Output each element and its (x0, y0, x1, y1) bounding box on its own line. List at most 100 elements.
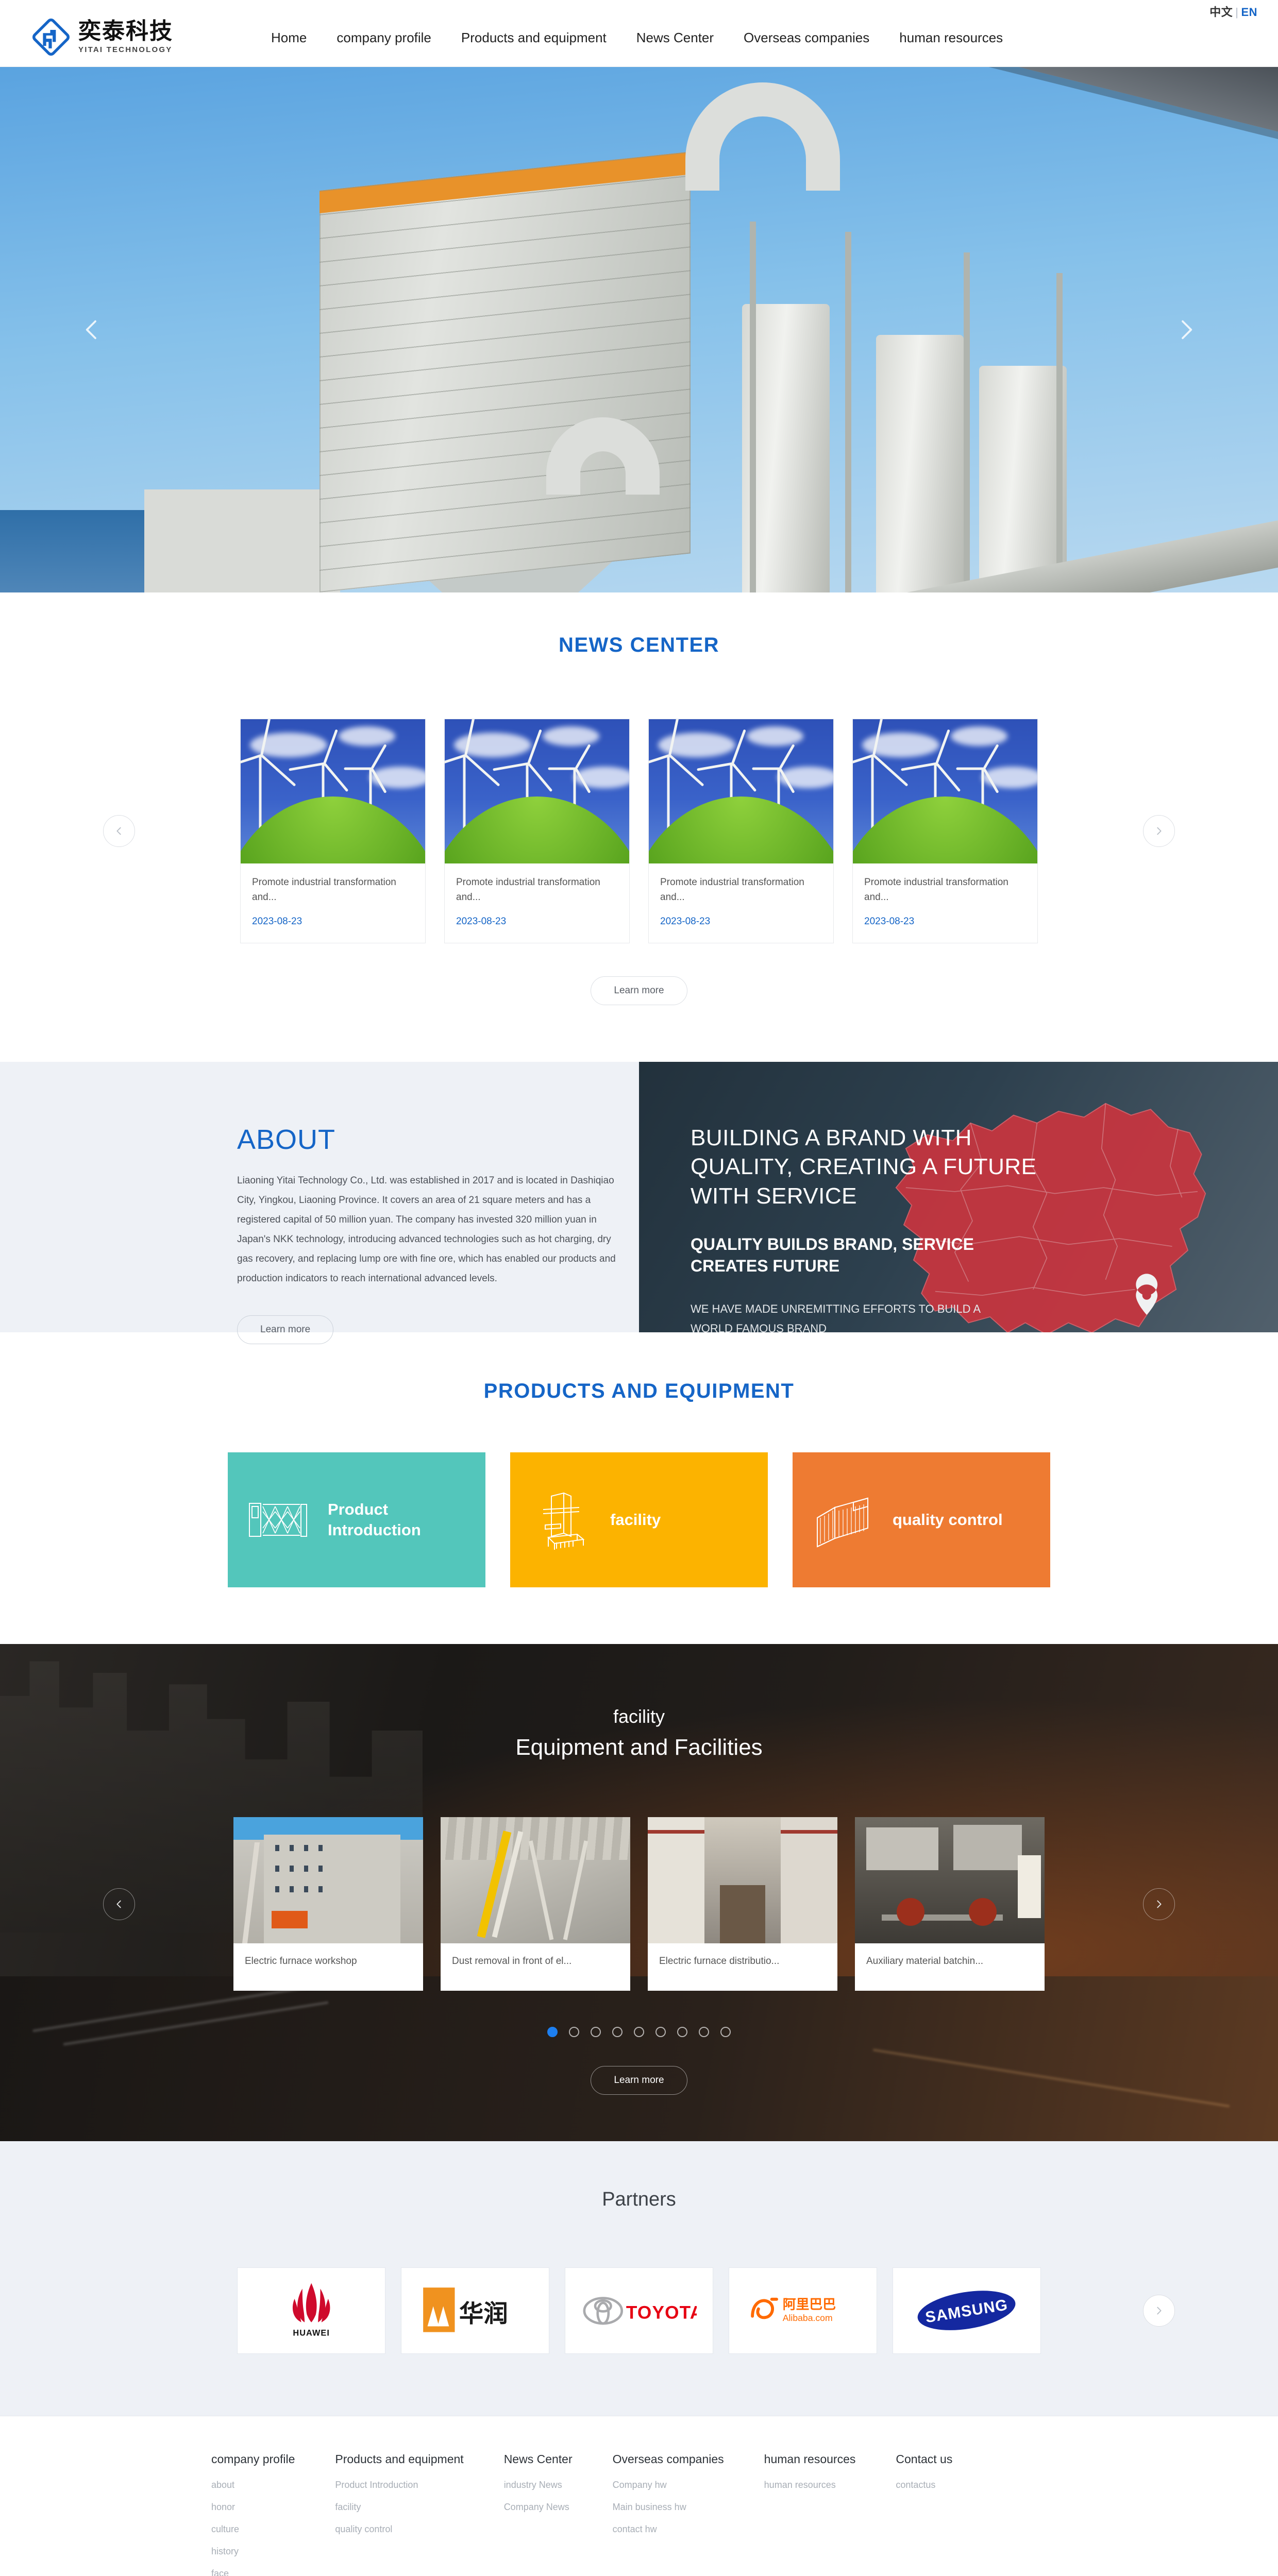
site-footer: company profile about honor culture hist… (0, 2416, 1278, 2576)
nav-item-news-center[interactable]: News Center (636, 30, 714, 46)
pagination-dot-6[interactable] (655, 2027, 666, 2037)
footer-link[interactable]: history (211, 2546, 295, 2557)
partners-section-title: Partners (602, 2189, 676, 2210)
lang-english[interactable]: EN (1241, 6, 1257, 19)
about-section: ABOUT Liaoning Yitai Technology Co., Ltd… (0, 1062, 1278, 1344)
footer-link[interactable]: about (211, 2480, 295, 2490)
partners-section: Partners HUAWEI 华润 TOYOTA 阿里巴巴 Alibaba.c… (0, 2141, 1278, 2416)
banner-subheadline: QUALITY BUILDS BRAND, SERVICE CREATES FU… (691, 1234, 974, 1276)
footer-link[interactable]: face (211, 2568, 295, 2576)
footer-column-heading[interactable]: Overseas companies (613, 2452, 724, 2466)
footer-link[interactable]: Main business hw (613, 2502, 724, 2513)
news-learn-more-button[interactable]: Learn more (591, 976, 687, 1005)
footer-column-heading[interactable]: Products and equipment (335, 2452, 463, 2466)
footer-column-heading[interactable]: human resources (764, 2452, 856, 2466)
footer-link[interactable]: quality control (335, 2524, 463, 2535)
facility-card[interactable]: Auxiliary material batchin... (855, 1817, 1045, 1991)
about-learn-more-button[interactable]: Learn more (237, 1315, 334, 1344)
nav-item-home[interactable]: Home (271, 30, 307, 46)
hero-prev-arrow[interactable] (77, 315, 106, 344)
footer-link[interactable]: human resources (764, 2480, 856, 2490)
footer-link[interactable]: Company hw (613, 2480, 724, 2490)
facility-title-main: Equipment and Facilities (515, 1735, 763, 1760)
nav-item-company-profile[interactable]: company profile (337, 30, 431, 46)
product-tile-quality-control[interactable]: quality control (793, 1452, 1050, 1587)
partners-next-button[interactable] (1143, 2295, 1175, 2327)
hero-next-arrow[interactable] (1172, 315, 1201, 344)
site-logo[interactable]: 奕泰科技 YITAI TECHNOLOGY (31, 17, 173, 57)
news-card[interactable]: Promote industrial transformation and...… (852, 719, 1038, 943)
main-navigation: Home company profile Products and equipm… (271, 30, 1003, 46)
footer-link[interactable]: Product Introduction (335, 2480, 463, 2490)
nav-item-products-and-equipment[interactable]: Products and equipment (461, 30, 607, 46)
footer-column-heading[interactable]: Contact us (896, 2452, 952, 2466)
alibaba-logo-icon: 阿里巴巴 Alibaba.com (751, 2297, 836, 2323)
partners-carousel: HUAWEI 华润 TOYOTA 阿里巴巴 Alibaba.com SAMSUN… (149, 2267, 1175, 2354)
news-prev-button[interactable] (103, 815, 135, 847)
about-text-panel: ABOUT Liaoning Yitai Technology Co., Ltd… (0, 1062, 639, 1344)
news-section: NEWS CENTER Promote industrial transform… (0, 592, 1278, 1062)
partner-logo-china-resources[interactable]: 华润 (401, 2267, 549, 2354)
fence-panel-icon (810, 1481, 882, 1558)
pagination-dot-9[interactable] (720, 2027, 731, 2037)
news-next-button[interactable] (1143, 815, 1175, 847)
partner-logo-samsung[interactable]: SAMSUNG (893, 2267, 1041, 2354)
pagination-dot-8[interactable] (699, 2027, 709, 2037)
facility-prev-button[interactable] (103, 1888, 135, 1920)
facility-card[interactable]: Dust removal in front of el... (441, 1817, 630, 1991)
facility-photo (648, 1817, 837, 1943)
footer-link[interactable]: honor (211, 2502, 295, 2513)
facility-next-button[interactable] (1143, 1888, 1175, 1920)
svg-text:阿里巴巴: 阿里巴巴 (783, 2297, 836, 2312)
footer-link[interactable]: contactus (896, 2480, 952, 2490)
footer-columns: company profile about honor culture hist… (201, 2452, 1077, 2576)
facility-card[interactable]: Electric furnace distributio... (648, 1817, 837, 1991)
pagination-dot-7[interactable] (677, 2027, 687, 2037)
facility-card[interactable]: Electric furnace workshop (233, 1817, 423, 1991)
facility-photo (855, 1817, 1045, 1943)
products-section: PRODUCTS AND EQUIPMENT Product Introduct… (0, 1332, 1278, 1644)
news-card-date: 2023-08-23 (660, 916, 711, 927)
about-body-text: Liaoning Yitai Technology Co., Ltd. was … (237, 1175, 616, 1284)
about-brand-banner: BUILDING A BRAND WITH QUALITY, CREATING … (639, 1062, 1278, 1332)
pagination-dot-1[interactable] (547, 2027, 558, 2037)
footer-column-heading[interactable]: company profile (211, 2452, 295, 2466)
facility-pagination-dots (0, 2027, 1278, 2037)
facility-photo (233, 1817, 423, 1943)
pagination-dot-5[interactable] (634, 2027, 644, 2037)
news-thumbnail (649, 719, 833, 863)
nav-item-overseas-companies[interactable]: Overseas companies (744, 30, 869, 46)
svg-text:HUAWEI: HUAWEI (293, 2329, 330, 2338)
nav-item-human-resources[interactable]: human resources (899, 30, 1003, 46)
news-card[interactable]: Promote industrial transformation and...… (648, 719, 834, 943)
pagination-dot-4[interactable] (612, 2027, 623, 2037)
partner-logo-toyota[interactable]: TOYOTA (565, 2267, 713, 2354)
footer-column-heading[interactable]: News Center (504, 2452, 573, 2466)
news-card[interactable]: Promote industrial transformation and...… (240, 719, 426, 943)
facility-card-caption: Dust removal in front of el... (452, 1956, 572, 1967)
footer-column-news-center: News Center industry News Company News (504, 2452, 573, 2576)
footer-link[interactable]: contact hw (613, 2524, 724, 2535)
facility-learn-more-button[interactable]: Learn more (591, 2066, 687, 2095)
product-tile-label: facility (610, 1511, 661, 1529)
news-card[interactable]: Promote industrial transformation and...… (444, 719, 630, 943)
footer-link[interactable]: facility (335, 2502, 463, 2513)
news-section-title: NEWS CENTER (558, 634, 720, 656)
news-card-title: Promote industrial transformation and... (456, 877, 600, 903)
lang-chinese[interactable]: 中文 (1209, 6, 1233, 19)
news-card-title: Promote industrial transformation and... (252, 877, 396, 903)
about-heading: ABOUT (237, 1124, 336, 1155)
footer-link[interactable]: culture (211, 2524, 295, 2535)
hero-carousel (0, 67, 1278, 592)
product-tile-product-introduction[interactable]: Product Introduction (228, 1452, 485, 1587)
product-tile-facility[interactable]: facility (510, 1452, 768, 1587)
footer-column-contact-us: Contact us contactus (896, 2452, 952, 2576)
partner-logo-alibaba[interactable]: 阿里巴巴 Alibaba.com (729, 2267, 877, 2354)
footer-link[interactable]: Company News (504, 2502, 573, 2513)
pagination-dot-3[interactable] (591, 2027, 601, 2037)
partner-logo-huawei[interactable]: HUAWEI (237, 2267, 385, 2354)
footer-link[interactable]: industry News (504, 2480, 573, 2490)
pagination-dot-2[interactable] (569, 2027, 579, 2037)
footer-column-overseas-companies: Overseas companies Company hw Main busin… (613, 2452, 724, 2576)
machine-tool-icon (528, 1481, 600, 1558)
